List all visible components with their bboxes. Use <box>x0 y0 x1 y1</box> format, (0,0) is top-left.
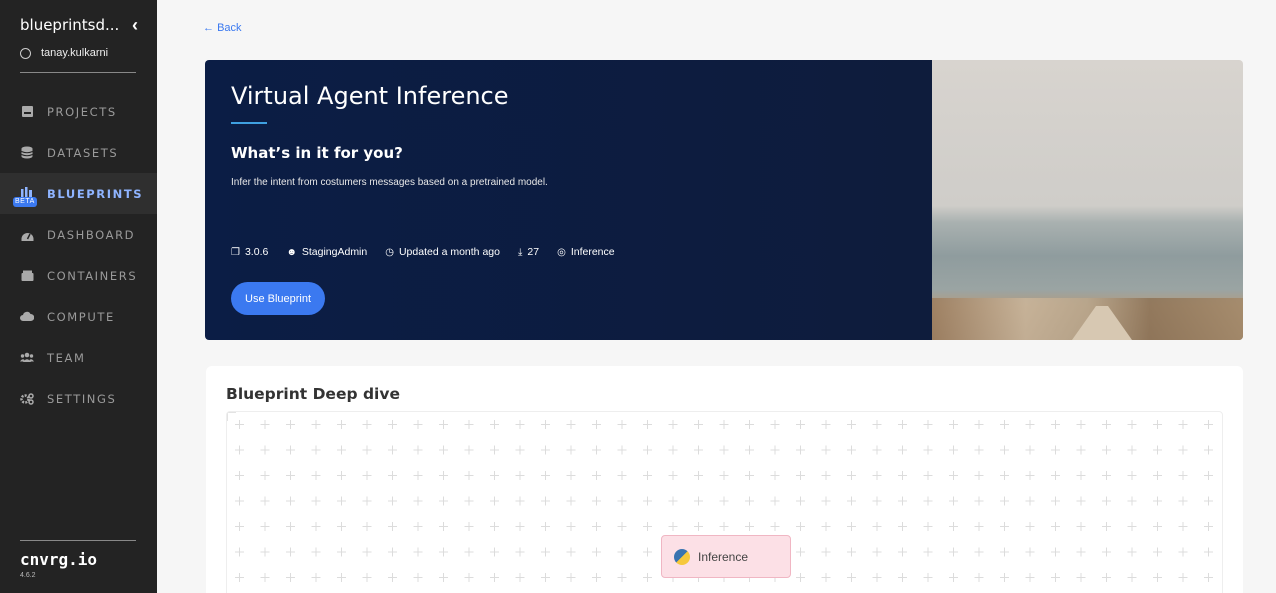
divider <box>20 540 136 541</box>
back-link[interactable]: ← Back <box>203 22 242 34</box>
sidebar-item-label: DASHBOARD <box>47 227 136 242</box>
blueprint-meta: ❐ 3.0.6 ☻ StagingAdmin ◷ Updated a month… <box>231 246 615 258</box>
sidebar-item-projects[interactable]: PROJECTS <box>0 91 157 132</box>
blueprint-hero: Virtual Agent Inference What’s in it for… <box>205 60 1243 340</box>
copy-icon: ❐ <box>231 246 240 258</box>
sidebar-item-label: CONTAINERS <box>47 268 138 283</box>
user-menu[interactable]: tanay.kulkarni <box>20 47 108 59</box>
sidebar-item-label: SETTINGS <box>47 391 117 406</box>
workspace-name: blueprintsd... <box>20 16 120 34</box>
updated-value: Updated a month ago <box>398 246 500 258</box>
clock-icon: ◷ <box>385 246 394 258</box>
blueprint-description: Infer the intent from costumers messages… <box>231 177 548 188</box>
dashboard-icon <box>20 228 34 241</box>
back-label: Back <box>217 22 242 34</box>
blueprint-title: Virtual Agent Inference <box>231 82 509 110</box>
hero-image <box>932 60 1243 340</box>
sidebar-item-blueprints[interactable]: BETA BLUEPRINTS <box>0 173 157 214</box>
username: tanay.kulkarni <box>41 47 109 59</box>
flow-canvas[interactable]: Inference <box>226 411 1223 593</box>
deep-dive-title: Blueprint Deep dive <box>226 385 400 403</box>
meta-author: ☻ StagingAdmin <box>286 246 367 258</box>
meta-updated: ◷ Updated a month ago <box>385 246 500 258</box>
sidebar-item-compute[interactable]: COMPUTE <box>0 296 157 337</box>
brand-logo: cnvrg.io <box>20 550 98 569</box>
sidebar-item-team[interactable]: TEAM <box>0 337 157 378</box>
sidebar-item-label: BLUEPRINTS <box>47 186 144 201</box>
meta-category: ◎ Inference <box>557 246 615 258</box>
projects-icon <box>20 105 34 118</box>
target-icon: ◎ <box>557 246 566 258</box>
sidebar-item-datasets[interactable]: DATASETS <box>0 132 157 173</box>
hero-subtitle: What’s in it for you? <box>231 144 403 162</box>
download-icon: ⤓ <box>517 246 523 258</box>
sidebar-item-label: COMPUTE <box>47 309 115 324</box>
title-underline <box>231 122 267 124</box>
datasets-icon <box>20 146 34 159</box>
divider <box>20 72 136 73</box>
user-icon <box>20 47 31 59</box>
sidebar-nav: PROJECTS DATASETS BETA BLUEPRINTS DASHBO… <box>0 91 157 419</box>
sidebar-item-containers[interactable]: CONTAINERS <box>0 255 157 296</box>
chevron-left-icon[interactable]: ‹ <box>132 15 138 36</box>
sidebar-item-label: PROJECTS <box>47 104 117 119</box>
hero-info: Virtual Agent Inference What’s in it for… <box>205 60 932 340</box>
compute-icon <box>20 310 34 323</box>
sidebar: blueprintsd... ‹ tanay.kulkarni PROJECTS… <box>0 0 157 593</box>
meta-version: ❐ 3.0.6 <box>231 246 268 258</box>
sidebar-item-settings[interactable]: SETTINGS <box>0 378 157 419</box>
deep-dive-panel: Blueprint Deep dive Inference <box>206 366 1243 593</box>
version-value: 3.0.6 <box>244 246 269 258</box>
user-circle-icon: ☻ <box>286 246 297 258</box>
sidebar-item-label: TEAM <box>47 350 86 365</box>
beta-badge: BETA <box>13 197 37 207</box>
python-icon <box>674 548 690 565</box>
use-blueprint-button[interactable]: Use Blueprint <box>231 282 326 315</box>
sidebar-item-label: DATASETS <box>47 145 119 160</box>
category-value: Inference <box>570 246 615 258</box>
sidebar-item-dashboard[interactable]: DASHBOARD <box>0 214 157 255</box>
downloads-value: 27 <box>527 246 540 258</box>
containers-icon <box>20 269 34 282</box>
settings-icon <box>20 392 34 405</box>
team-icon <box>20 351 34 364</box>
flow-node-inference[interactable]: Inference <box>661 535 791 578</box>
meta-downloads: ⤓ 27 <box>518 246 539 258</box>
workspace-switcher[interactable]: blueprintsd... ‹ <box>20 14 138 36</box>
node-label: Inference <box>698 549 749 564</box>
arrow-left-icon: ← <box>203 22 214 34</box>
app-version: 4.6.2 <box>20 572 36 579</box>
author-value: StagingAdmin <box>301 246 368 258</box>
